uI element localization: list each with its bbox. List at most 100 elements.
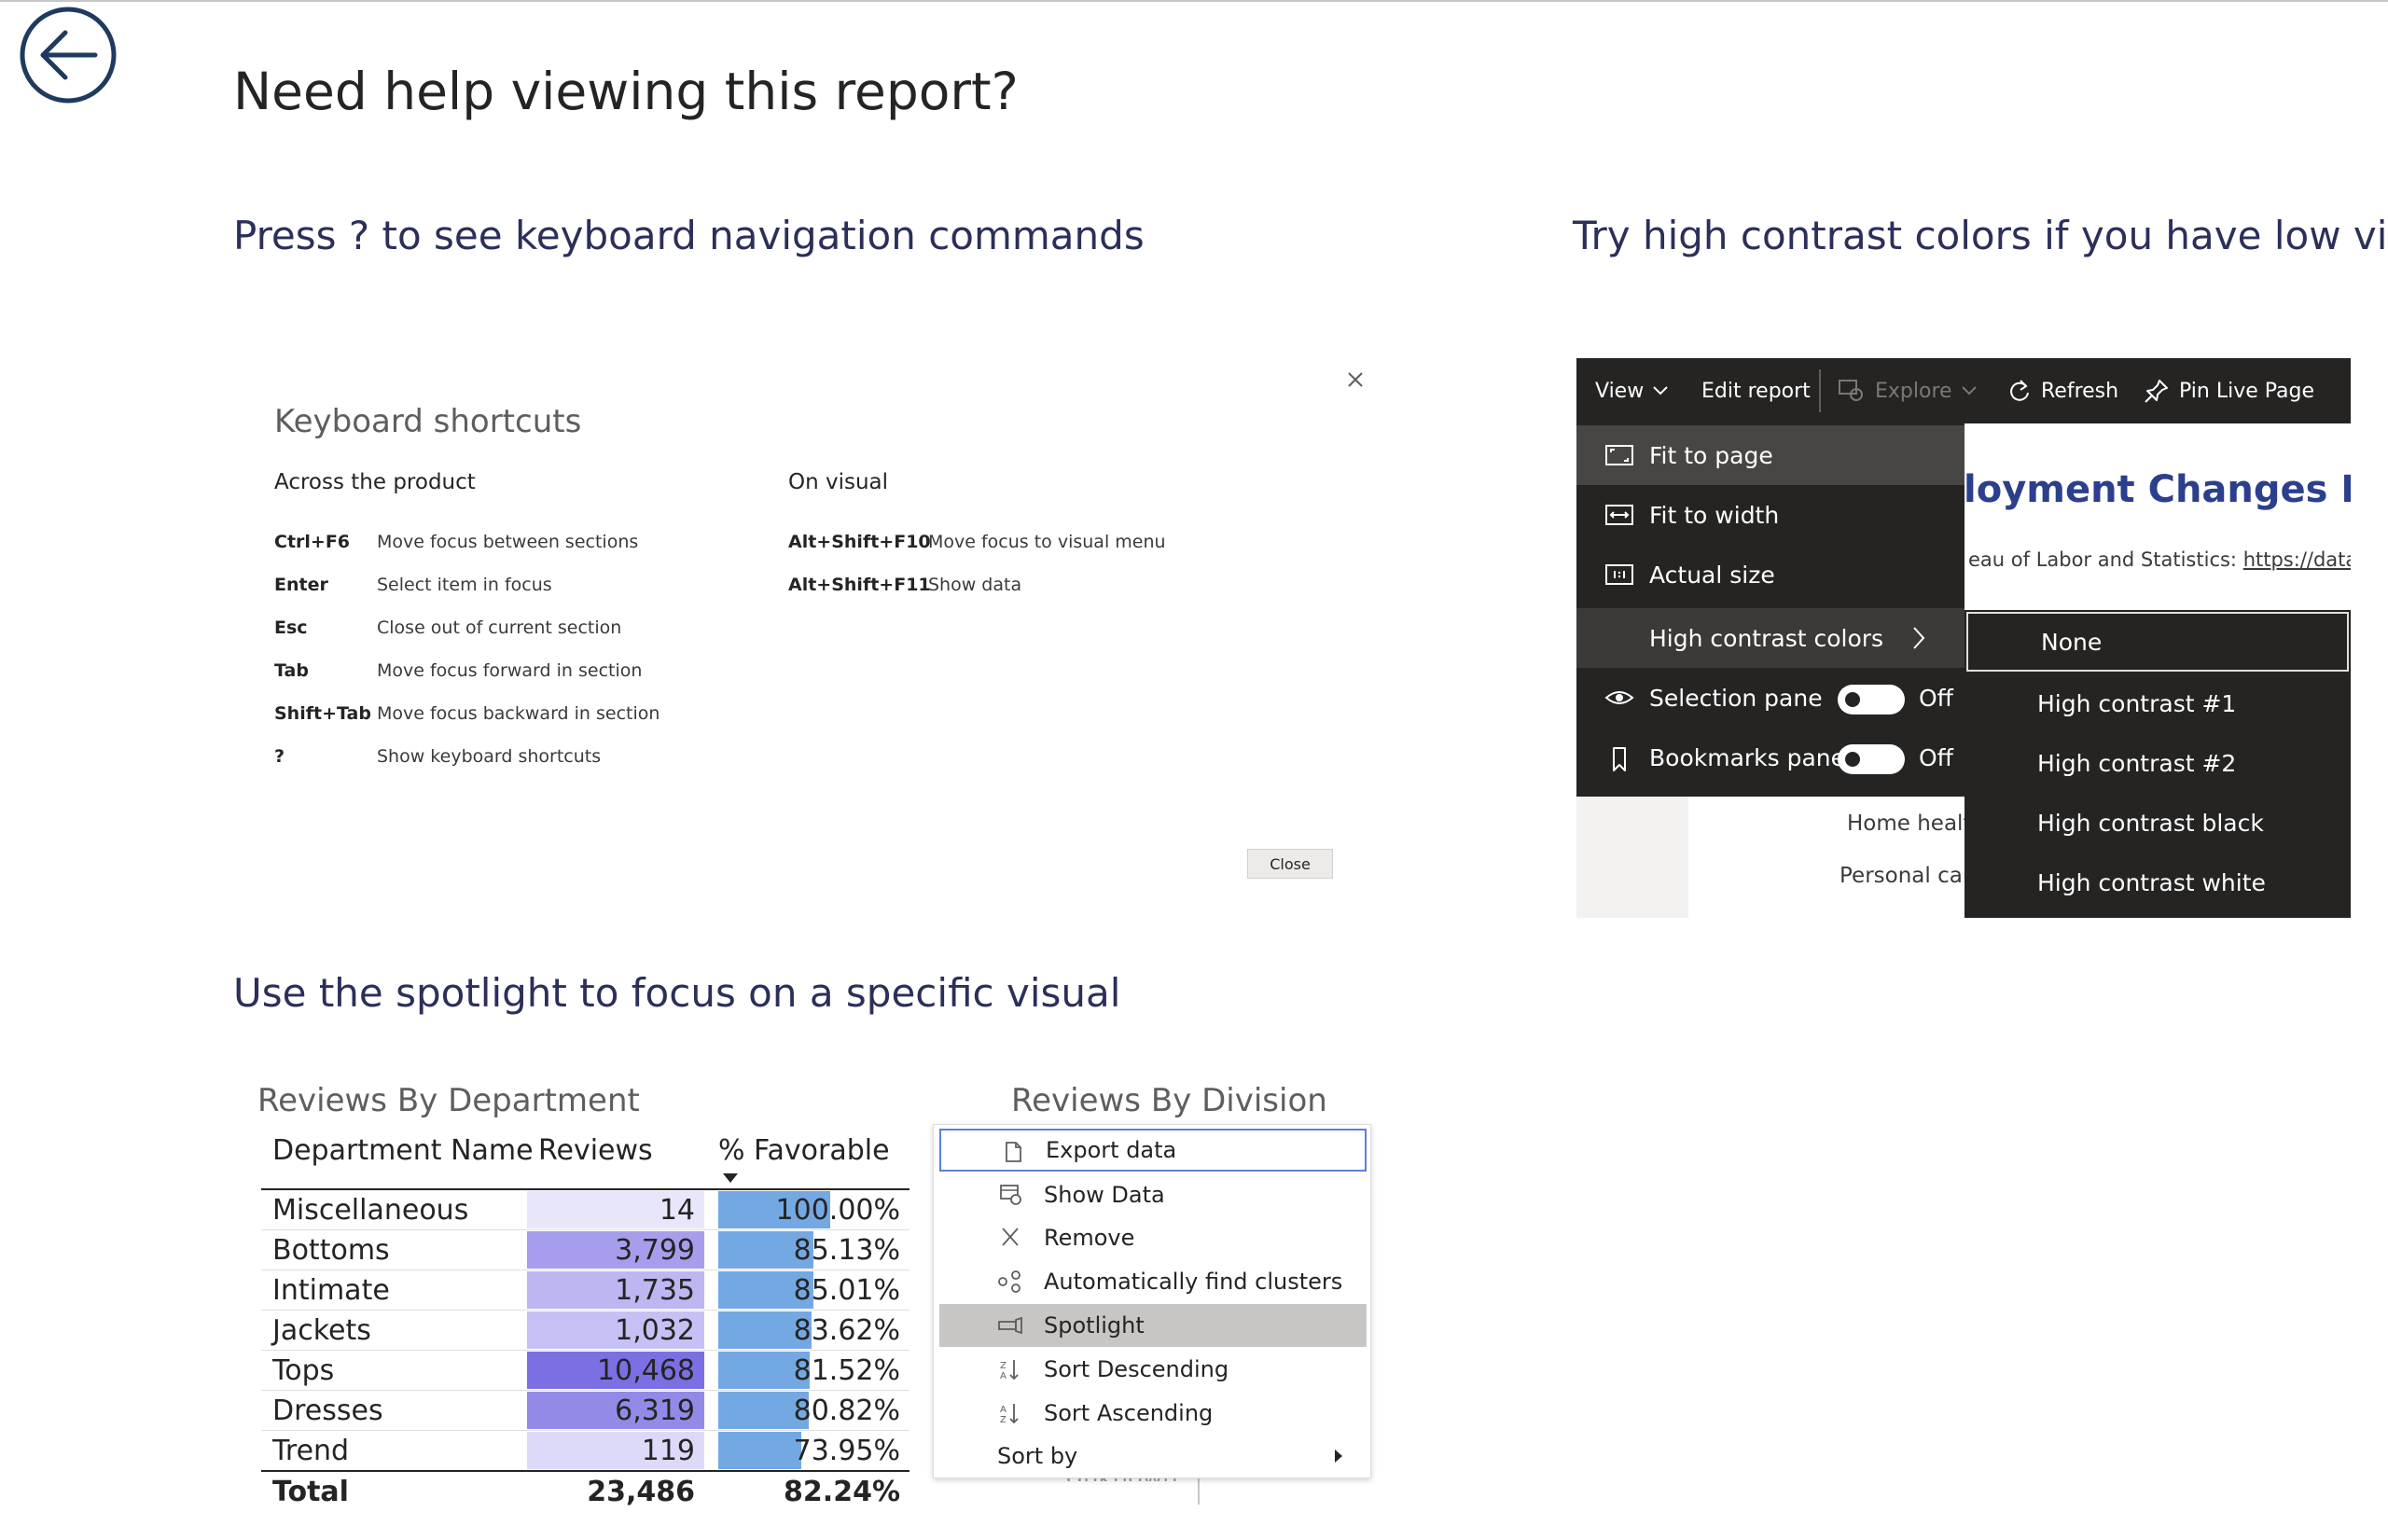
menu-label: Sort Ascending	[1044, 1400, 1214, 1426]
favorable-cell: 100.00%	[775, 1194, 900, 1227]
submenu-item-contrast-black[interactable]: High contrast black	[1965, 793, 2347, 853]
menu-item-sort-descending[interactable]: Z A Sort Descending	[939, 1348, 1367, 1391]
show-data-icon	[1000, 1185, 1021, 1205]
total-reviews: 23,486	[587, 1476, 695, 1508]
selection-pane-toggle[interactable]	[1838, 685, 1905, 715]
view-menu-button[interactable]: View	[1595, 358, 1679, 423]
pin-live-page-button[interactable]: Pin Live Page	[2144, 358, 2314, 423]
shortcut-key: Tab	[274, 660, 309, 681]
shortcut-desc: Move focus to visual menu	[928, 532, 1166, 552]
keyboard-shortcuts-dialog: Keyboard shortcuts Across the product On…	[252, 354, 1363, 895]
report-row-label: Personal car	[1840, 864, 1972, 888]
total-favorable: 82.24%	[784, 1476, 900, 1508]
department-name-cell: Tops	[272, 1354, 335, 1387]
svg-text:Z: Z	[1000, 1361, 1007, 1371]
table-row[interactable]: Intimate 1,735 85.01%	[261, 1270, 909, 1311]
svg-text:A: A	[1000, 1405, 1007, 1415]
table-row[interactable]: Bottoms 3,799 85.13%	[261, 1230, 909, 1270]
menu-item-high-contrast[interactable]: High contrast colors	[1576, 608, 1965, 668]
menu-item-sort-ascending[interactable]: A Z Sort Ascending	[939, 1392, 1367, 1435]
menu-label: Fit to width	[1649, 501, 1780, 529]
department-name-cell: Bottoms	[272, 1234, 390, 1267]
favorable-cell: 83.62%	[793, 1314, 900, 1347]
bookmark-icon	[1613, 747, 1626, 771]
submenu-item-contrast-1[interactable]: High contrast #1	[1965, 673, 2347, 733]
menu-label: Automatically find clusters	[1044, 1269, 1343, 1295]
shortcut-desc: Move focus forward in section	[377, 660, 643, 681]
menu-item-find-clusters[interactable]: Automatically find clusters	[939, 1260, 1367, 1303]
table-row[interactable]: Dresses 6,319 80.82%	[261, 1391, 909, 1431]
menu-item-show-data[interactable]: Show Data	[939, 1173, 1367, 1216]
toolbar-divider	[1819, 369, 1821, 412]
menu-label: Show Data	[1044, 1182, 1165, 1208]
refresh-button[interactable]: Refresh	[2007, 358, 2118, 423]
submenu-item-contrast-white[interactable]: High contrast white	[1965, 853, 2347, 912]
toggle-state: Off	[1919, 743, 1953, 771]
department-name-cell: Trend	[272, 1435, 350, 1467]
total-divider	[261, 1470, 909, 1472]
shortcut-desc: Close out of current section	[377, 617, 622, 638]
edit-report-button[interactable]: Edit report	[1701, 358, 1811, 423]
column-header[interactable]: Department Name	[272, 1134, 534, 1167]
submenu-arrow-icon	[1335, 1450, 1342, 1463]
column-heading-visual: On visual	[788, 470, 889, 494]
table-row[interactable]: Miscellaneous 14 100.00%	[261, 1190, 909, 1230]
reviews-cell: 14	[659, 1194, 695, 1227]
submenu-item-none[interactable]: None	[1966, 612, 2349, 672]
keyboard-section-heading: Press ? to see keyboard navigation comma…	[233, 213, 1145, 258]
favorable-cell: 81.52%	[793, 1354, 900, 1387]
sort-ascending-icon: A Z	[1000, 1404, 1019, 1424]
menu-item-fit-to-width[interactable]: Fit to width	[1576, 485, 1965, 545]
back-arrow-icon[interactable]	[17, 4, 119, 106]
high-contrast-submenu: None High contrast #1 High contrast #2 H…	[1965, 610, 2351, 918]
top-divider	[0, 0, 2388, 2]
column-header[interactable]: Reviews	[538, 1134, 653, 1167]
menu-item-bookmarks-pane[interactable]: Bookmarks pane Off	[1576, 728, 1965, 787]
page-title: Need help viewing this report?	[233, 62, 1019, 121]
shortcut-desc: Show data	[928, 575, 1022, 595]
shortcut-desc: Show keyboard shortcuts	[377, 746, 602, 767]
menu-label: Selection pane	[1649, 684, 1823, 712]
report-source: eau of Labor and Statistics: https://dat…	[1968, 548, 2351, 571]
shortcut-desc: Move focus backward in section	[377, 703, 660, 724]
remove-icon	[1002, 1228, 1019, 1246]
close-icon[interactable]	[1341, 366, 1369, 394]
department-name-cell: Intimate	[272, 1274, 390, 1307]
table-row[interactable]: Jackets 1,032 83.62%	[261, 1311, 909, 1351]
explore-button[interactable]: Explore	[1838, 358, 1988, 423]
spotlight-section-heading: Use the spotlight to focus on a specific…	[233, 970, 1121, 1016]
menu-label: Actual size	[1649, 561, 1775, 589]
menu-item-export-data[interactable]: Export data	[939, 1129, 1367, 1172]
menu-item-spotlight[interactable]: Spotlight	[939, 1304, 1367, 1347]
division-visual-title: Reviews By Division	[1011, 1082, 1327, 1119]
table-row[interactable]: Tops 10,468 81.52%	[261, 1351, 909, 1391]
menu-item-sort-by[interactable]: Sort by	[939, 1435, 1367, 1478]
shortcut-key: Alt+Shift+F11	[788, 575, 931, 595]
table-row[interactable]: Trend 119 73.95%	[261, 1431, 909, 1471]
menu-item-selection-pane[interactable]: Selection pane Off	[1576, 668, 1965, 728]
explore-label: Explore	[1875, 379, 1952, 403]
report-source-prefix: eau of Labor and Statistics:	[1968, 548, 2238, 571]
close-button[interactable]: Close	[1247, 849, 1333, 879]
menu-label: Fit to page	[1649, 441, 1773, 469]
sort-descending-icon: Z A	[1000, 1360, 1019, 1380]
clusters-icon	[998, 1270, 1020, 1293]
menu-item-fit-to-page[interactable]: Fit to page	[1576, 425, 1965, 485]
favorable-cell: 80.82%	[793, 1394, 900, 1427]
reviews-cell: 6,319	[615, 1394, 695, 1427]
column-header[interactable]: % Favorable	[718, 1134, 890, 1167]
svg-text:A: A	[1000, 1371, 1007, 1380]
bookmarks-pane-toggle[interactable]	[1838, 744, 1905, 774]
table-title: Reviews By Department	[257, 1082, 640, 1119]
report-toolbar: View Edit report Explore Refresh Pin Liv…	[1576, 358, 2351, 423]
submenu-item-contrast-2[interactable]: High contrast #2	[1965, 733, 2347, 793]
menu-item-remove[interactable]: Remove	[939, 1216, 1367, 1259]
reviews-cell: 119	[641, 1435, 695, 1467]
menu-item-actual-size[interactable]: Actual size	[1576, 545, 1965, 604]
shortcut-key: Alt+Shift+F10	[788, 532, 931, 552]
report-source-link[interactable]: https://data	[2243, 548, 2351, 571]
contrast-section-heading: Try high contrast colors if you have low…	[1573, 213, 2388, 258]
spotlight-icon	[998, 1316, 1022, 1335]
report-title: loyment Changes By (	[1964, 468, 2351, 511]
total-label: Total	[272, 1476, 349, 1508]
